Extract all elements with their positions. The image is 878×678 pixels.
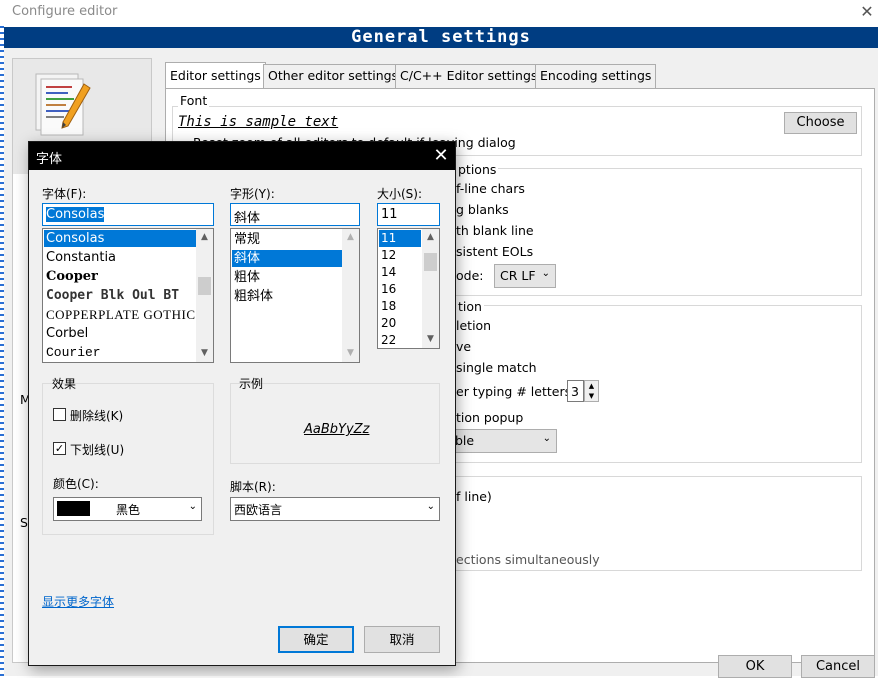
font-family-input[interactable]: Consolas [42, 203, 214, 226]
font-list-item[interactable]: Consolas [44, 230, 196, 247]
scroll-thumb[interactable] [424, 253, 437, 271]
size-list-scrollbar[interactable]: ▲ ▼ [422, 229, 439, 348]
script-label: 脚本(R): [230, 480, 276, 494]
completion-label[interactable]: letion [456, 318, 491, 333]
document-edit-icon [35, 73, 91, 136]
strikeout-checkbox[interactable] [53, 408, 66, 421]
case-label[interactable]: ve [456, 339, 471, 354]
after-typing-label: er typing # letters: [456, 384, 576, 399]
color-swatch [57, 501, 90, 516]
size-list-item[interactable]: 16 [379, 281, 396, 298]
eol-mode-label: ode: [456, 268, 484, 283]
font-family-list[interactable]: Consolas Constantia Cooper Cooper Blk Ou… [42, 228, 214, 363]
color-label: 颜色(C): [53, 477, 99, 491]
style-list-item[interactable]: 斜体 [232, 250, 342, 267]
color-value: 黑色 [116, 503, 141, 517]
size-list-item[interactable]: 18 [379, 298, 396, 315]
font-list-item[interactable]: Constantia [44, 249, 116, 266]
completion-group-label: tion [456, 299, 484, 314]
letters-count-input[interactable]: 3 [567, 380, 584, 402]
script-value: 西欧语言 [234, 503, 283, 517]
tab-other-editor-settings[interactable]: Other editor settings [263, 64, 404, 88]
consistent-eols-label[interactable]: sistent EOLs [456, 244, 533, 259]
tab-editor-settings[interactable]: Editor settings [165, 62, 266, 89]
font-dialog: 字体 ✕ 字体(F): Consolas Consolas Constantia… [28, 141, 456, 666]
scroll-down-icon[interactable]: ▼ [196, 345, 213, 362]
end-of-line-label[interactable]: f line) [456, 489, 492, 504]
font-list-item[interactable]: COPPERPLATE GOTHIC [44, 306, 196, 323]
popup-value: ble [455, 433, 475, 448]
scroll-down-icon[interactable]: ▼ [342, 345, 359, 362]
scroll-down-icon[interactable]: ▼ [422, 331, 439, 348]
font-style-list[interactable]: 常规 斜体 粗体 粗斜体 ▲ ▼ [230, 228, 360, 363]
font-size-label: 大小(S): [377, 187, 423, 201]
underline-label[interactable]: 下划线(U) [70, 441, 124, 458]
eol-mode-select[interactable]: CR LF ⌄ [494, 264, 556, 288]
other-options-label: ptions [456, 162, 499, 177]
title-bar [0, 0, 878, 26]
blank-line-label[interactable]: th blank line [456, 223, 534, 238]
sample-label: 示例 [239, 377, 264, 391]
style-list-item[interactable]: 粗斜体 [232, 288, 273, 305]
chevron-down-icon: ⌄ [542, 433, 551, 444]
font-family-label: 字体(F): [42, 187, 87, 201]
scroll-up-icon[interactable]: ▲ [342, 229, 359, 246]
size-list-item[interactable]: 22 [379, 332, 396, 348]
blanks-label[interactable]: g blanks [456, 202, 509, 217]
chevron-down-icon: ⌄ [188, 501, 197, 512]
choose-font-button[interactable]: Choose [784, 112, 857, 134]
style-list-item[interactable]: 粗体 [232, 269, 260, 286]
window-title: Configure editor [12, 4, 118, 19]
font-size-input[interactable]: 11 [377, 203, 440, 226]
cancel-button[interactable]: Cancel [801, 655, 875, 678]
font-family-value: Consolas [46, 207, 105, 222]
font-size-list[interactable]: 11 12 14 16 18 20 22 ▲ ▼ [377, 228, 440, 349]
settings-banner: General settings [4, 27, 878, 48]
font-list-item[interactable]: Cooper [44, 268, 98, 285]
font-style-label: 字形(Y): [230, 187, 275, 201]
tab-encoding-settings[interactable]: Encoding settings [535, 64, 657, 88]
single-match-label[interactable]: single match [456, 360, 537, 375]
effects-label: 效果 [52, 377, 77, 391]
font-list-item[interactable]: Corbel [44, 325, 88, 342]
dialog-cancel-button[interactable]: 取消 [364, 626, 440, 653]
close-icon[interactable]: ✕ [858, 2, 876, 22]
size-list-item[interactable]: 12 [379, 247, 396, 264]
close-icon[interactable]: ✕ [429, 144, 453, 168]
color-select[interactable]: 黑色 ⌄ [53, 497, 202, 521]
show-more-fonts-link[interactable]: 显示更多字体 [42, 593, 114, 610]
dialog-title: 字体 [36, 152, 63, 167]
dialog-ok-button[interactable]: 确定 [278, 626, 354, 653]
tab-cpp-editor-settings[interactable]: C/C++ Editor settings [395, 64, 543, 88]
scroll-up-icon[interactable]: ▲ [196, 229, 213, 246]
chevron-down-icon: ⌄ [541, 268, 550, 279]
chevron-down-icon: ⌄ [426, 501, 435, 512]
eol-mode-value: CR LF [500, 268, 536, 283]
letters-spin-buttons[interactable]: ▲ ▼ [584, 380, 599, 402]
size-list-item[interactable]: 14 [379, 264, 396, 281]
font-style-input[interactable]: 斜体 [230, 203, 360, 226]
selections-label[interactable]: ections simultaneously [456, 552, 600, 567]
font-group-label: Font [178, 93, 210, 108]
script-select[interactable]: 西欧语言 ⌄ [230, 497, 440, 521]
size-list-item[interactable]: 11 [379, 230, 421, 247]
font-list-scrollbar[interactable]: ▲ ▼ [196, 229, 213, 362]
ok-button[interactable]: OK [718, 655, 792, 678]
strikeout-label[interactable]: 删除线(K) [70, 407, 123, 424]
popup-label: tion popup [456, 410, 524, 425]
scroll-thumb[interactable] [198, 277, 211, 295]
scroll-up-icon[interactable]: ▲ [422, 229, 439, 246]
eol-chars-label[interactable]: f-line chars [456, 181, 525, 196]
font-sample-preview: AaBbYyZz [304, 422, 370, 437]
style-list-scrollbar[interactable]: ▲ ▼ [342, 229, 359, 362]
font-list-item[interactable]: Courier [44, 344, 101, 361]
popup-select[interactable]: ble ⌄ [443, 429, 557, 453]
font-sample-text: This is sample text [178, 114, 339, 130]
style-list-item[interactable]: 常规 [232, 231, 260, 248]
underline-checkbox[interactable]: ✓ [53, 442, 66, 455]
dialog-title-bar [29, 142, 455, 170]
size-list-item[interactable]: 20 [379, 315, 396, 332]
font-list-item[interactable]: Cooper Blk Oul BT [44, 287, 179, 304]
